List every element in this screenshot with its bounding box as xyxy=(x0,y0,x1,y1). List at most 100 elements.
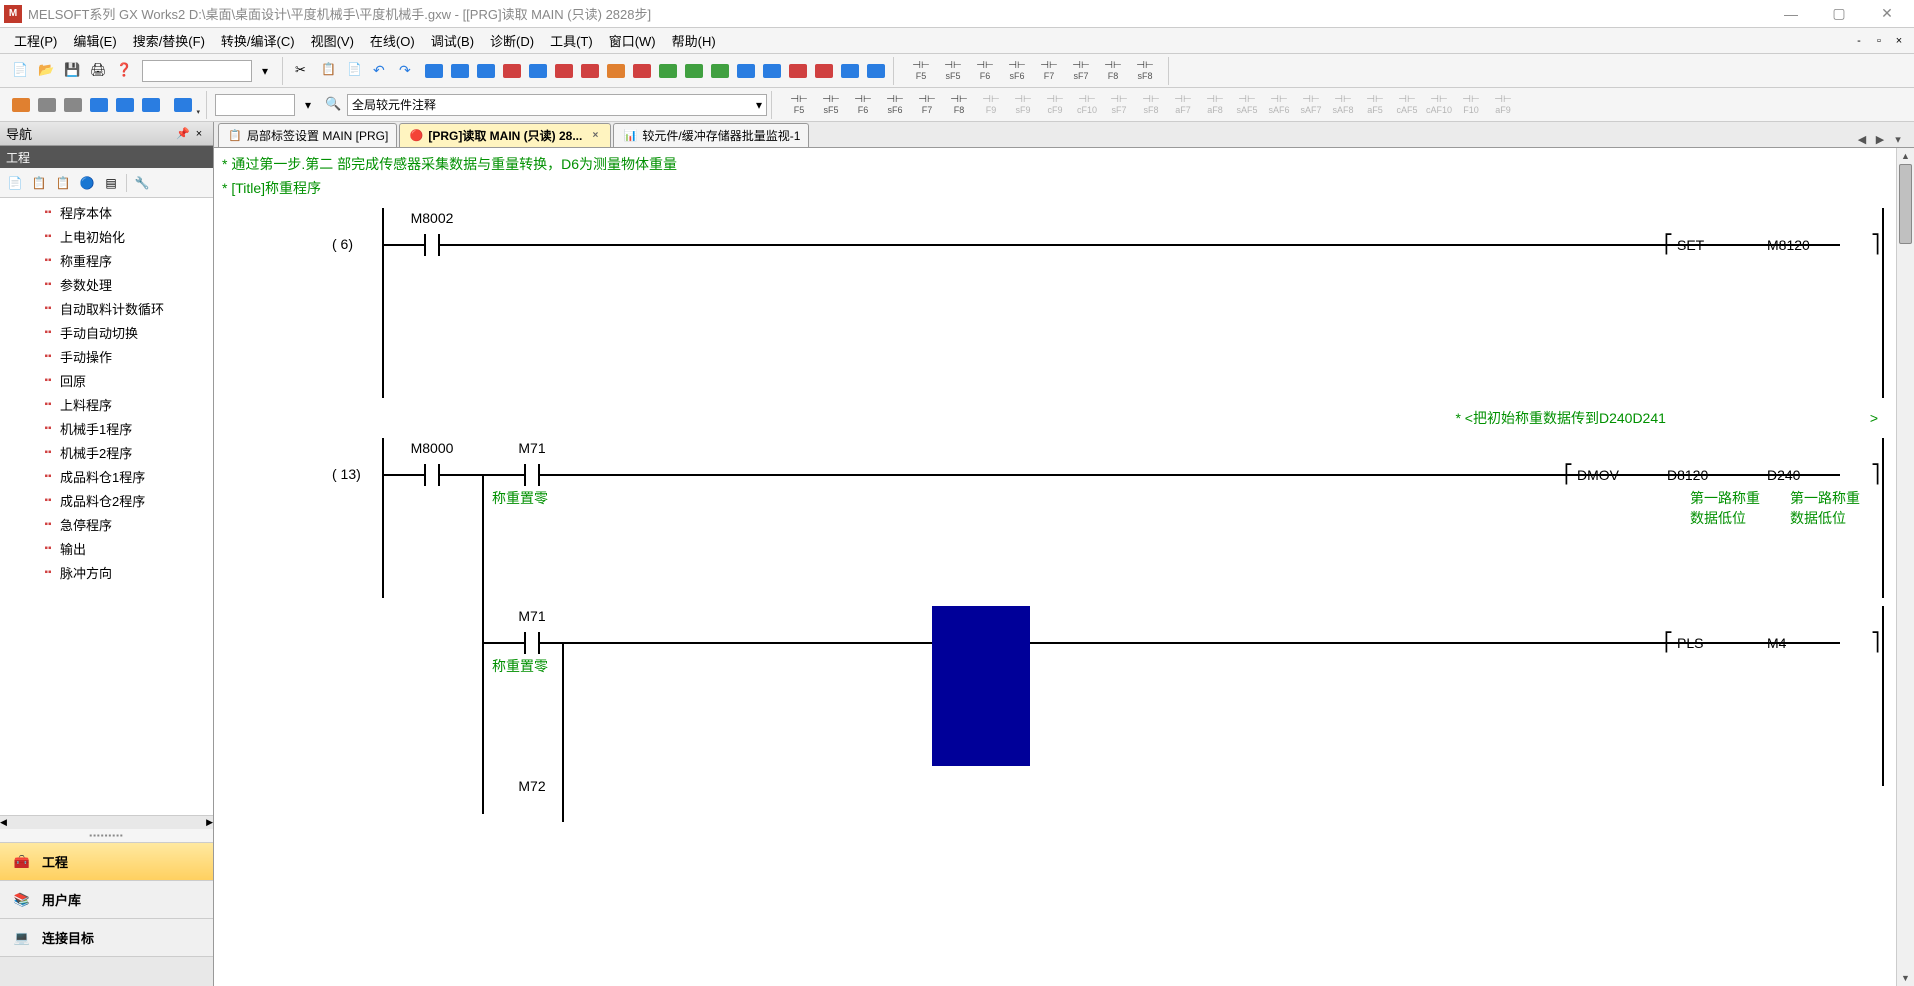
fkey-button[interactable]: ⊣⊢aF7 xyxy=(1168,91,1198,119)
tab-next-button[interactable]: ▶ xyxy=(1872,131,1888,147)
dev-button-9[interactable] xyxy=(630,59,654,83)
dev-button-18[interactable] xyxy=(864,59,888,83)
nav-tool-5[interactable]: ▤ xyxy=(100,172,122,194)
view-button-7[interactable]: ▾ xyxy=(165,93,201,117)
tree-item[interactable]: ▪▪输出 xyxy=(0,536,213,560)
fkey-button[interactable]: ⊣⊢F8 xyxy=(944,91,974,119)
nav-section-button[interactable]: 💻连接目标 xyxy=(0,918,213,956)
view-button-4[interactable] xyxy=(87,93,111,117)
menu-help[interactable]: 帮助(H) xyxy=(664,29,724,52)
fkey-button[interactable]: ⊣⊢sF5 xyxy=(938,57,968,85)
menu-view[interactable]: 视图(V) xyxy=(303,29,362,52)
dev-button-17[interactable] xyxy=(838,59,862,83)
dev-button-4[interactable] xyxy=(500,59,524,83)
coil-pls[interactable]: ⎡ PLS M4 ⎤ xyxy=(1664,632,1880,653)
tree-item[interactable]: ▪▪手动自动切换 xyxy=(0,320,213,344)
dev-button-1[interactable] xyxy=(422,59,446,83)
tree-item[interactable]: ▪▪脉冲方向 xyxy=(0,560,213,584)
tab-prev-button[interactable]: ◀ xyxy=(1854,131,1870,147)
tree-item[interactable]: ▪▪上电初始化 xyxy=(0,224,213,248)
fkey-button[interactable]: ⊣⊢F7 xyxy=(912,91,942,119)
fkey-button[interactable]: ⊣⊢sF6 xyxy=(1002,57,1032,85)
fkey-button[interactable]: ⊣⊢sF9 xyxy=(1008,91,1038,119)
tree-item[interactable]: ▪▪成品料仓2程序 xyxy=(0,488,213,512)
tree-hscroll[interactable]: ◀▶ xyxy=(0,815,213,829)
copy-button[interactable] xyxy=(318,59,342,83)
nav-close-button[interactable]: × xyxy=(191,126,207,142)
fkey-button[interactable]: ⊣⊢sF6 xyxy=(880,91,910,119)
dev-button-2[interactable] xyxy=(448,59,472,83)
dev-button-3[interactable] xyxy=(474,59,498,83)
fkey-button[interactable]: ⊣⊢cAF10 xyxy=(1424,91,1454,119)
fkey-button[interactable]: ⊣⊢F6 xyxy=(848,91,878,119)
nav-tree[interactable]: ▪▪程序本体▪▪上电初始化▪▪称重程序▪▪参数处理▪▪自动取料计数循环▪▪手动自… xyxy=(0,198,213,815)
nav-tool-1[interactable]: 📄 xyxy=(4,172,26,194)
fkey-button[interactable]: ⊣⊢F5 xyxy=(784,91,814,119)
mdi-close-button[interactable]: × xyxy=(1890,33,1908,49)
fkey-button[interactable]: ⊣⊢F7 xyxy=(1034,57,1064,85)
fkey-button[interactable]: ⊣⊢aF9 xyxy=(1488,91,1518,119)
tree-item[interactable]: ▪▪手动操作 xyxy=(0,344,213,368)
dev-button-15[interactable] xyxy=(786,59,810,83)
scroll-up-icon[interactable]: ▲ xyxy=(1897,148,1914,164)
tree-item[interactable]: ▪▪回原 xyxy=(0,368,213,392)
tree-item[interactable]: ▪▪急停程序 xyxy=(0,512,213,536)
view-button-6[interactable] xyxy=(139,93,163,117)
tab-close-button[interactable]: × xyxy=(588,129,602,143)
minimize-button[interactable]: — xyxy=(1768,1,1814,27)
scroll-down-icon[interactable]: ▼ xyxy=(1897,970,1914,986)
fkey-button[interactable]: ⊣⊢sF7 xyxy=(1104,91,1134,119)
fkey-button[interactable]: ⊣⊢sAF6 xyxy=(1264,91,1294,119)
view-button-3[interactable] xyxy=(61,93,85,117)
dev-button-13[interactable] xyxy=(734,59,758,83)
redo-button[interactable] xyxy=(396,59,420,83)
fkey-button[interactable]: ⊣⊢sAF8 xyxy=(1328,91,1358,119)
view-button-2[interactable] xyxy=(35,93,59,117)
nav-section-button[interactable]: 📚用户库 xyxy=(0,880,213,918)
nav-tool-3[interactable]: 📋 xyxy=(52,172,74,194)
pin-button[interactable]: 📌 xyxy=(175,126,191,142)
editor-tab[interactable]: 🔴[PRG]读取 MAIN (只读) 28...× xyxy=(399,123,611,147)
fkey-button[interactable]: ⊣⊢sF7 xyxy=(1066,57,1096,85)
fkey-button[interactable]: ⊣⊢cF9 xyxy=(1040,91,1070,119)
nav-tool-6[interactable]: 🔧 xyxy=(131,172,153,194)
menu-debug[interactable]: 调试(B) xyxy=(423,29,482,52)
fkey-button[interactable]: ⊣⊢aF8 xyxy=(1200,91,1230,119)
fkey-button[interactable]: ⊣⊢cAF5 xyxy=(1392,91,1422,119)
contact-no[interactable] xyxy=(412,460,452,490)
fkey-button[interactable]: ⊣⊢sF8 xyxy=(1136,91,1166,119)
save-button[interactable] xyxy=(61,59,85,83)
tree-item[interactable]: ▪▪上料程序 xyxy=(0,392,213,416)
editor-tab[interactable]: 📋局部标签设置 MAIN [PRG] xyxy=(218,123,397,147)
fkey-button[interactable]: ⊣⊢sAF5 xyxy=(1232,91,1262,119)
mdi-minimize-button[interactable]: - xyxy=(1850,33,1868,49)
scroll-thumb[interactable] xyxy=(1899,164,1912,244)
dropdown-button[interactable]: ▾ xyxy=(253,59,277,83)
nav-tool-4[interactable]: 🔵 xyxy=(76,172,98,194)
vertical-scrollbar[interactable]: ▲ ▼ xyxy=(1896,148,1914,986)
quick-input[interactable] xyxy=(142,60,252,82)
contact-no[interactable] xyxy=(512,460,552,490)
tree-item[interactable]: ▪▪成品料仓1程序 xyxy=(0,464,213,488)
ladder-editor[interactable]: * 通过第一步.第二 部完成传感器采集数据与重量转换，D6为测量物体重量 * [… xyxy=(214,148,1914,986)
dev-button-7[interactable] xyxy=(578,59,602,83)
nav-tool-2[interactable]: 📋 xyxy=(28,172,50,194)
dev-button-14[interactable] xyxy=(760,59,784,83)
cut-button[interactable] xyxy=(292,59,316,83)
open-button[interactable] xyxy=(35,59,59,83)
nav-section-button[interactable]: 🧰工程 xyxy=(0,842,213,880)
fkey-button[interactable]: ⊣⊢F5 xyxy=(906,57,936,85)
menu-tools[interactable]: 工具(T) xyxy=(542,29,601,52)
contact-no[interactable] xyxy=(412,230,452,260)
fkey-button[interactable]: ⊣⊢F10 xyxy=(1456,91,1486,119)
tree-item[interactable]: ▪▪称重程序 xyxy=(0,248,213,272)
dev-button-12[interactable] xyxy=(708,59,732,83)
fkey-button[interactable]: ⊣⊢F8 xyxy=(1098,57,1128,85)
editor-tab[interactable]: 📊较元件/缓冲存储器批量监视-1 xyxy=(613,123,809,147)
coil-set[interactable]: ⎡ SET M8120 ⎤ xyxy=(1664,234,1880,255)
fkey-button[interactable]: ⊣⊢F6 xyxy=(970,57,1000,85)
print-button[interactable] xyxy=(87,59,111,83)
tree-grip[interactable]: ▪▪▪▪▪▪▪▪▪ xyxy=(0,829,213,842)
view-button-1[interactable] xyxy=(9,93,33,117)
contact-no[interactable] xyxy=(512,628,552,658)
